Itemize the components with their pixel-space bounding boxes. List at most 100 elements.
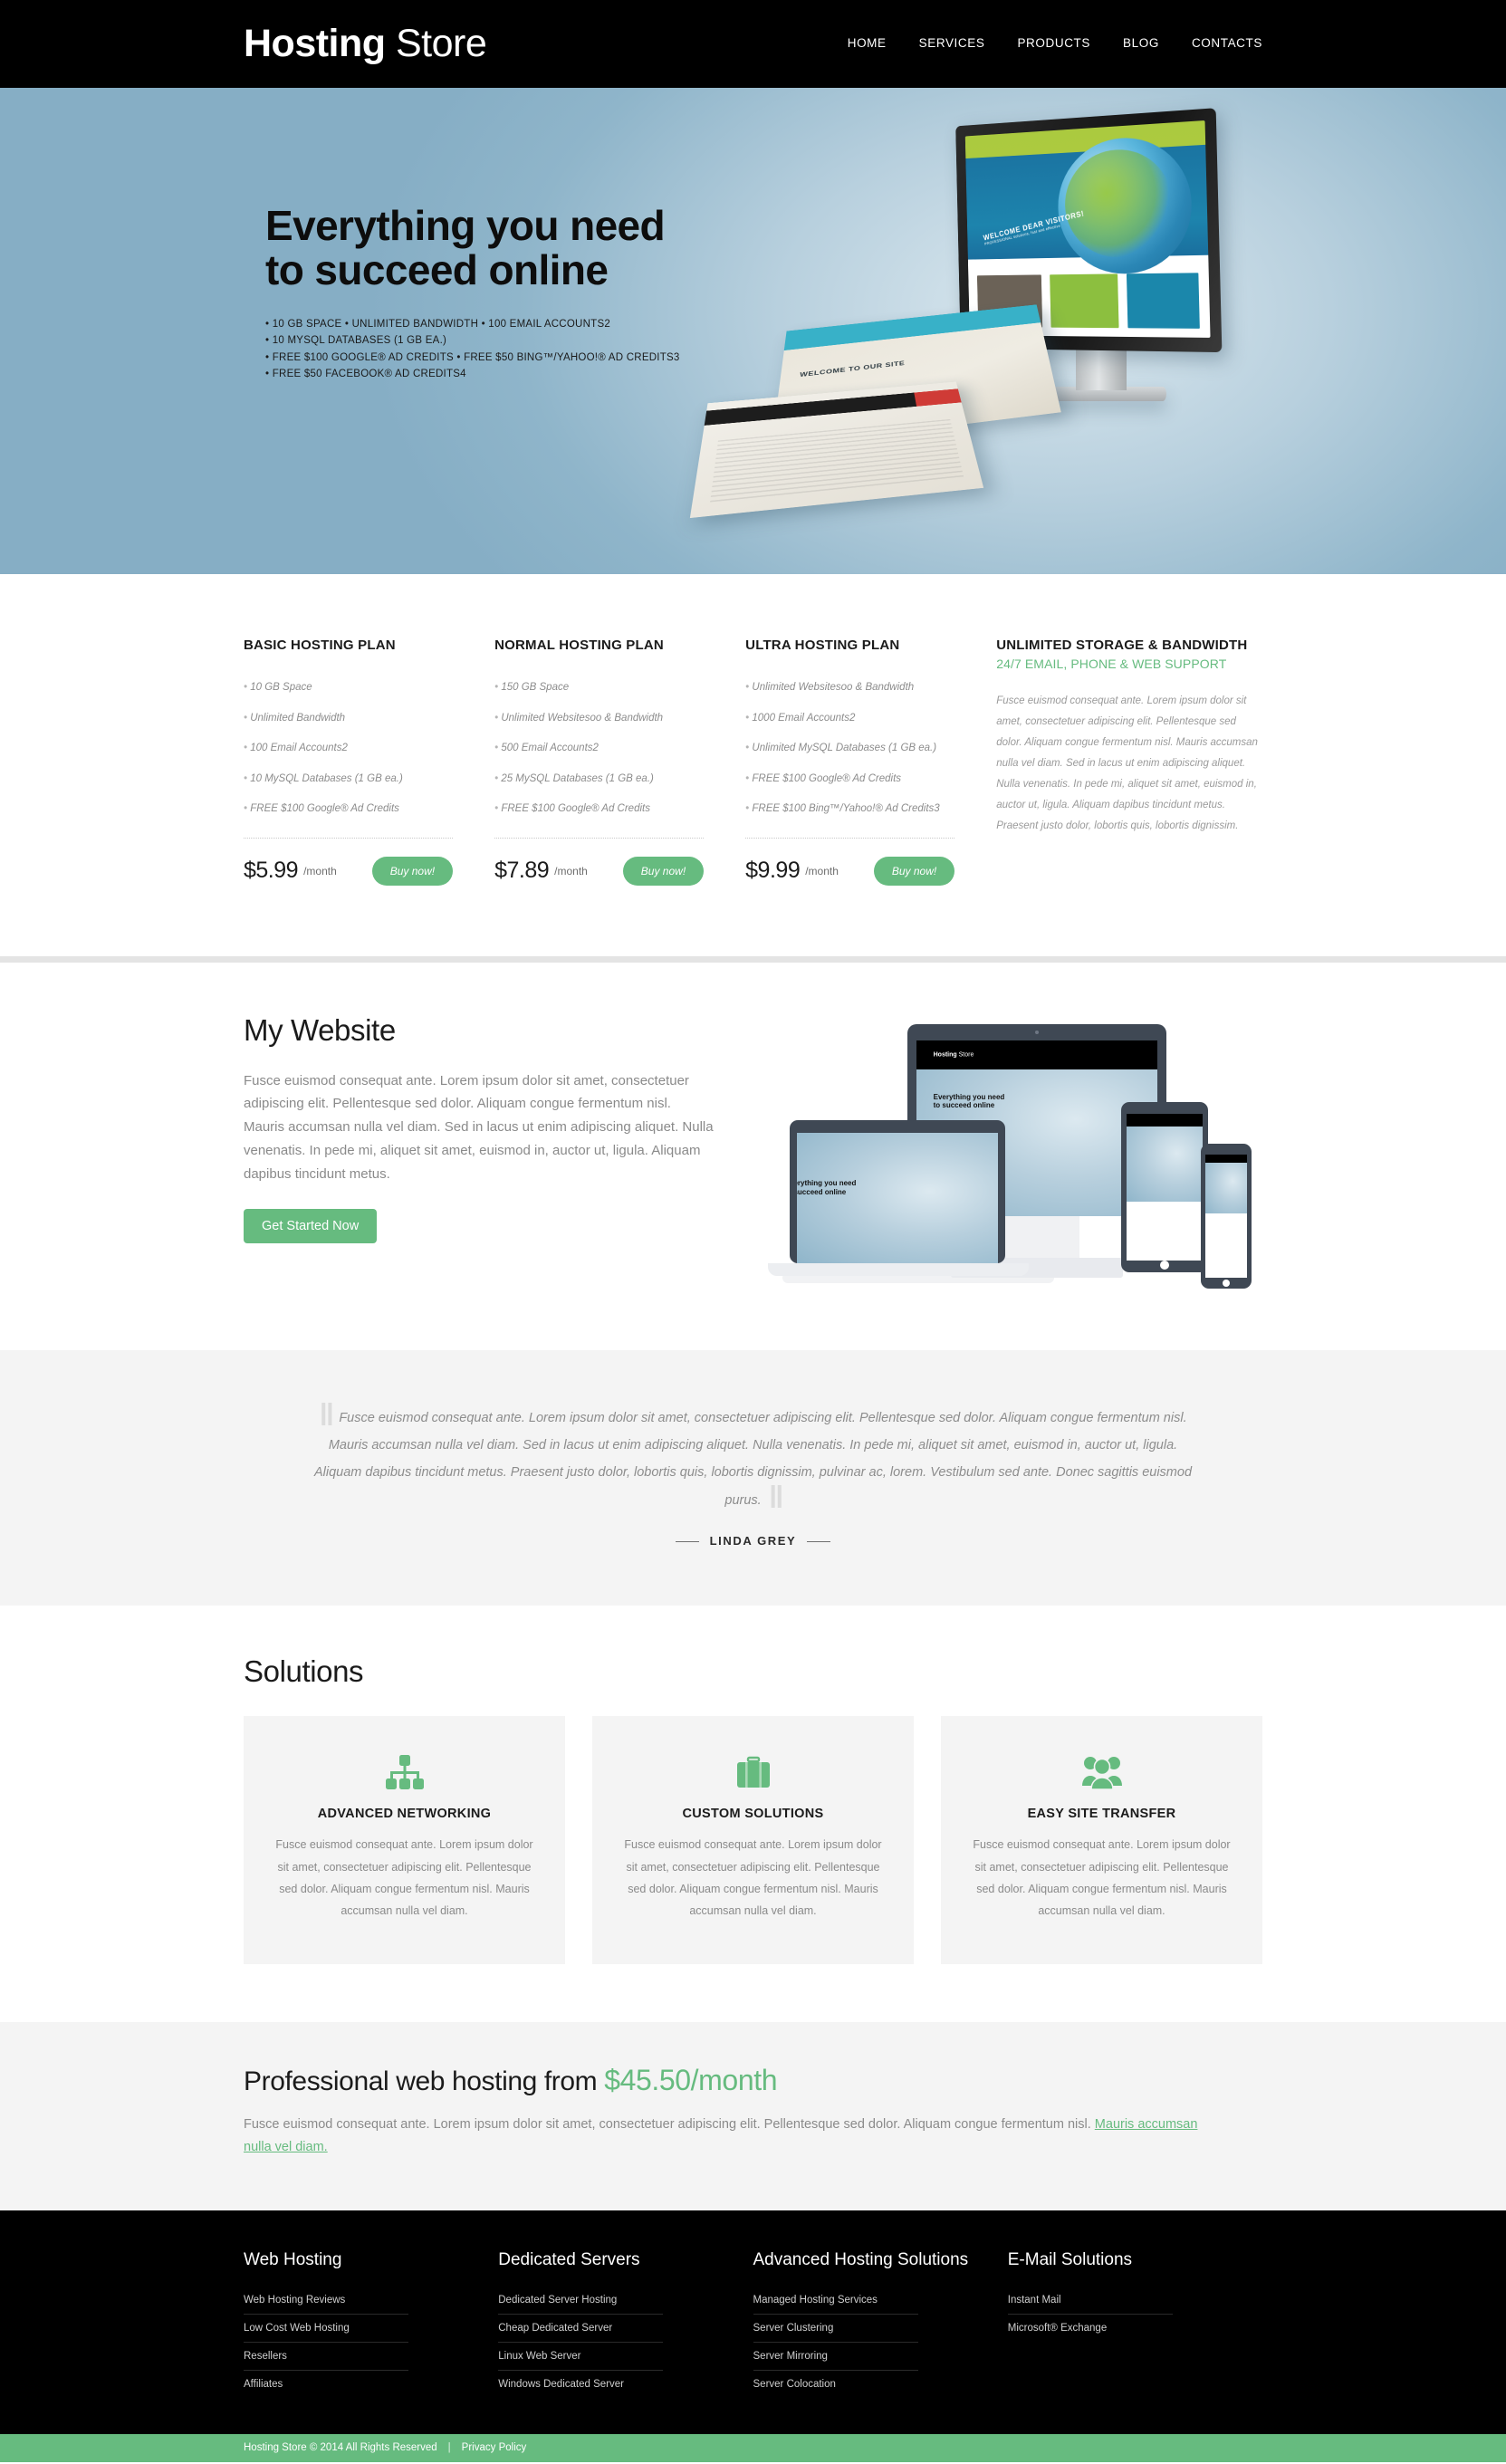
footer-link[interactable]: Managed Hosting Services [753,2287,918,2314]
responsive-devices-artwork: Hosting Store Everything you need to suc… [768,1008,1262,1307]
plan-feature: 100 Email Accounts2 [244,733,453,764]
mock-headline-line-2: to succeed online [797,1187,847,1196]
solution-card-title: EASY SITE TRANSFER [1027,1807,1176,1822]
testimonial-section: ‖ Fusce euismod consequat ante. Lorem ips… [0,1349,1506,1606]
footer-link[interactable]: Windows Dedicated Server [498,2371,663,2398]
plan-divider [494,837,705,839]
promo-body: Fusce euismod consequat ante. Lorem ipsu… [996,695,1258,831]
promo-subtitle: 24/7 EMAIL, PHONE & WEB SUPPORT [996,657,1227,671]
nav-item-home[interactable]: HOME [848,36,887,50]
mock-headline-line-2: to succeed online [933,1100,995,1109]
site-logo[interactable]: Hosting Store [244,22,487,65]
solutions-section: Solutions ADVANCED NETWORKING Fusce euis… [0,1606,1506,2022]
solution-card-custom-solutions[interactable]: CUSTOM SOLUTIONS Fusce euismod consequat… [592,1716,914,1964]
plan-card-ultra: ULTRA HOSTING PLAN Unlimited Websitesoo … [745,638,996,886]
footer-column-title: E-Mail Solutions [1007,2249,1133,2269]
footer-link[interactable]: Server Mirroring [753,2343,918,2370]
plan-feature: 150 GB Space [494,673,704,704]
footer-link[interactable]: Web Hosting Reviews [244,2287,408,2314]
logo-light-part: Store [396,22,487,65]
footer-link[interactable]: Linux Web Server [498,2343,663,2370]
footer-link[interactable]: Instant Mail [1008,2287,1173,2314]
get-started-button[interactable]: Get Started Now [244,1209,378,1244]
plan-price: $5.99 [244,858,299,883]
footer-column-title: Dedicated Servers [498,2249,640,2269]
laptop-base [768,1262,1029,1276]
plan-feature-list: Unlimited Websitesoo & Bandwidth 1000 Em… [745,673,954,825]
buy-now-button[interactable]: Buy now! [622,856,705,886]
hero-banner: Everything you need to succeed online 10… [0,88,1506,574]
copyright-text: Hosting Store © 2014 All Rights Reserved [244,2442,437,2453]
nav-item-blog[interactable]: BLOG [1123,36,1159,50]
footer-link[interactable]: Dedicated Server Hosting [498,2287,663,2314]
my-website-body: Fusce euismod consequat ante. Lorem ipsu… [244,1072,714,1182]
plan-feature: FREE $100 Google® Ad Credits [494,794,704,825]
plan-feature: FREE $100 Bing™/Yahoo!® Ad Credits3 [745,794,954,825]
plan-feature: 10 MySQL Databases (1 GB ea.) [244,764,453,795]
plan-feature: 25 MySQL Databases (1 GB ea.) [494,764,704,795]
nav-item-contacts[interactable]: CONTACTS [1192,36,1262,50]
testimonial-author: LINDA GREY [244,1534,1262,1548]
pricing-plans-section: BASIC HOSTING PLAN 10 GB Space Unlimited… [0,574,1506,956]
footer-column-advanced-hosting-solutions: Advanced Hosting Solutions Managed Hosti… [753,2250,1008,2398]
plan-title: NORMAL HOSTING PLAN [494,638,664,653]
solution-card-easy-site-transfer[interactable]: EASY SITE TRANSFER Fusce euismod consequ… [941,1716,1262,1964]
plan-feature: 1000 Email Accounts2 [745,704,954,734]
buy-now-button[interactable]: Buy now! [873,856,955,886]
solution-card-body: Fusce euismod consequat ante. Lorem ipsu… [624,1838,882,1918]
hero-artwork: WELCOME DEAR VISITORS! PROFESSIONAL solu… [689,101,1290,571]
privacy-policy-link[interactable]: Privacy Policy [462,2442,527,2453]
plan-feature: FREE $100 Google® Ad Credits [244,794,453,825]
footer-link[interactable]: Resellers [244,2343,408,2370]
footer-link[interactable]: Low Cost Web Hosting [244,2315,408,2342]
site-header: Hosting Store HOME SERVICES PRODUCTS BLO… [0,0,1506,88]
plan-feature: Unlimited Bandwidth [244,704,453,734]
quote-open-icon: ‖ [319,1397,334,1433]
promo-title: UNLIMITED STORAGE & BANDWIDTH [996,638,1248,653]
plan-feature: 10 GB Space [244,673,453,704]
plan-feature: Unlimited MySQL Databases (1 GB ea.) [745,733,954,764]
cta-price: $45.50/month [604,2063,778,2096]
solution-card-body: Fusce euismod consequat ante. Lorem ipsu… [973,1838,1231,1918]
plan-feature: Unlimited Websitesoo & Bandwidth [745,673,954,704]
cta-banner: Professional web hosting from $45.50/mon… [0,2021,1506,2210]
solutions-title: Solutions [244,1654,364,1689]
plan-card-basic: BASIC HOSTING PLAN 10 GB Space Unlimited… [244,638,494,886]
nav-item-products[interactable]: PRODUCTS [1017,36,1090,50]
mock-logo-bold: Hosting [933,1051,957,1059]
promo-card-unlimited: UNLIMITED STORAGE & BANDWIDTH 24/7 EMAIL… [996,638,1262,886]
plan-title: BASIC HOSTING PLAN [244,638,396,653]
nav-item-services[interactable]: SERVICES [919,36,985,50]
my-website-section: My Website Fusce euismod consequat ante.… [0,962,1506,1350]
buy-now-button[interactable]: Buy now! [371,856,454,886]
footer-link[interactable]: Affiliates [244,2371,408,2398]
phone-icon [1201,1143,1252,1289]
tablet-icon [1121,1101,1208,1272]
plan-divider [244,837,454,839]
plan-divider [745,837,955,839]
section-divider [0,955,1506,963]
footer-link[interactable]: Server Clustering [753,2315,918,2342]
footer-link[interactable]: Microsoft® Exchange [1008,2315,1173,2342]
my-website-title: My Website [244,1012,396,1047]
copyright-bar: Hosting Store © 2014 All Rights Reserved… [0,2433,1506,2462]
mock-navbar: Hosting Store [916,1040,1157,1070]
footer-link[interactable]: Server Colocation [753,2371,918,2398]
footer-column-email-solutions: E-Mail Solutions Instant Mail Microsoft®… [1007,2249,1262,2398]
plan-feature-list: 150 GB Space Unlimited Websitesoo & Band… [494,673,704,825]
plan-feature-list: 10 GB Space Unlimited Bandwidth 100 Emai… [244,673,453,825]
briefcase-icon [618,1752,888,1794]
laptop-icon: Everything you need to succeed online [790,1119,1005,1263]
mock-logo-light: Store [958,1051,974,1059]
footer-link[interactable]: Cheap Dedicated Server [498,2315,663,2342]
footer-column-title: Advanced Hosting Solutions [753,2249,969,2269]
mock-headline-line-1: Everything you need [933,1092,1005,1101]
solution-card-advanced-networking[interactable]: ADVANCED NETWORKING Fusce euismod conseq… [244,1716,565,1964]
logo-bold-part: Hosting [244,22,386,65]
quote-close-icon: ‖ [768,1480,784,1515]
testimonial-text: Fusce euismod consequat ante. Lorem ipsu… [313,1410,1193,1508]
cta-body-text: Fusce euismod consequat ante. Lorem ipsu… [244,2116,1095,2132]
users-group-icon [966,1752,1237,1794]
plan-price: $7.89 [494,858,550,883]
footer-column-web-hosting: Web Hosting Web Hosting Reviews Low Cost… [244,2250,498,2398]
